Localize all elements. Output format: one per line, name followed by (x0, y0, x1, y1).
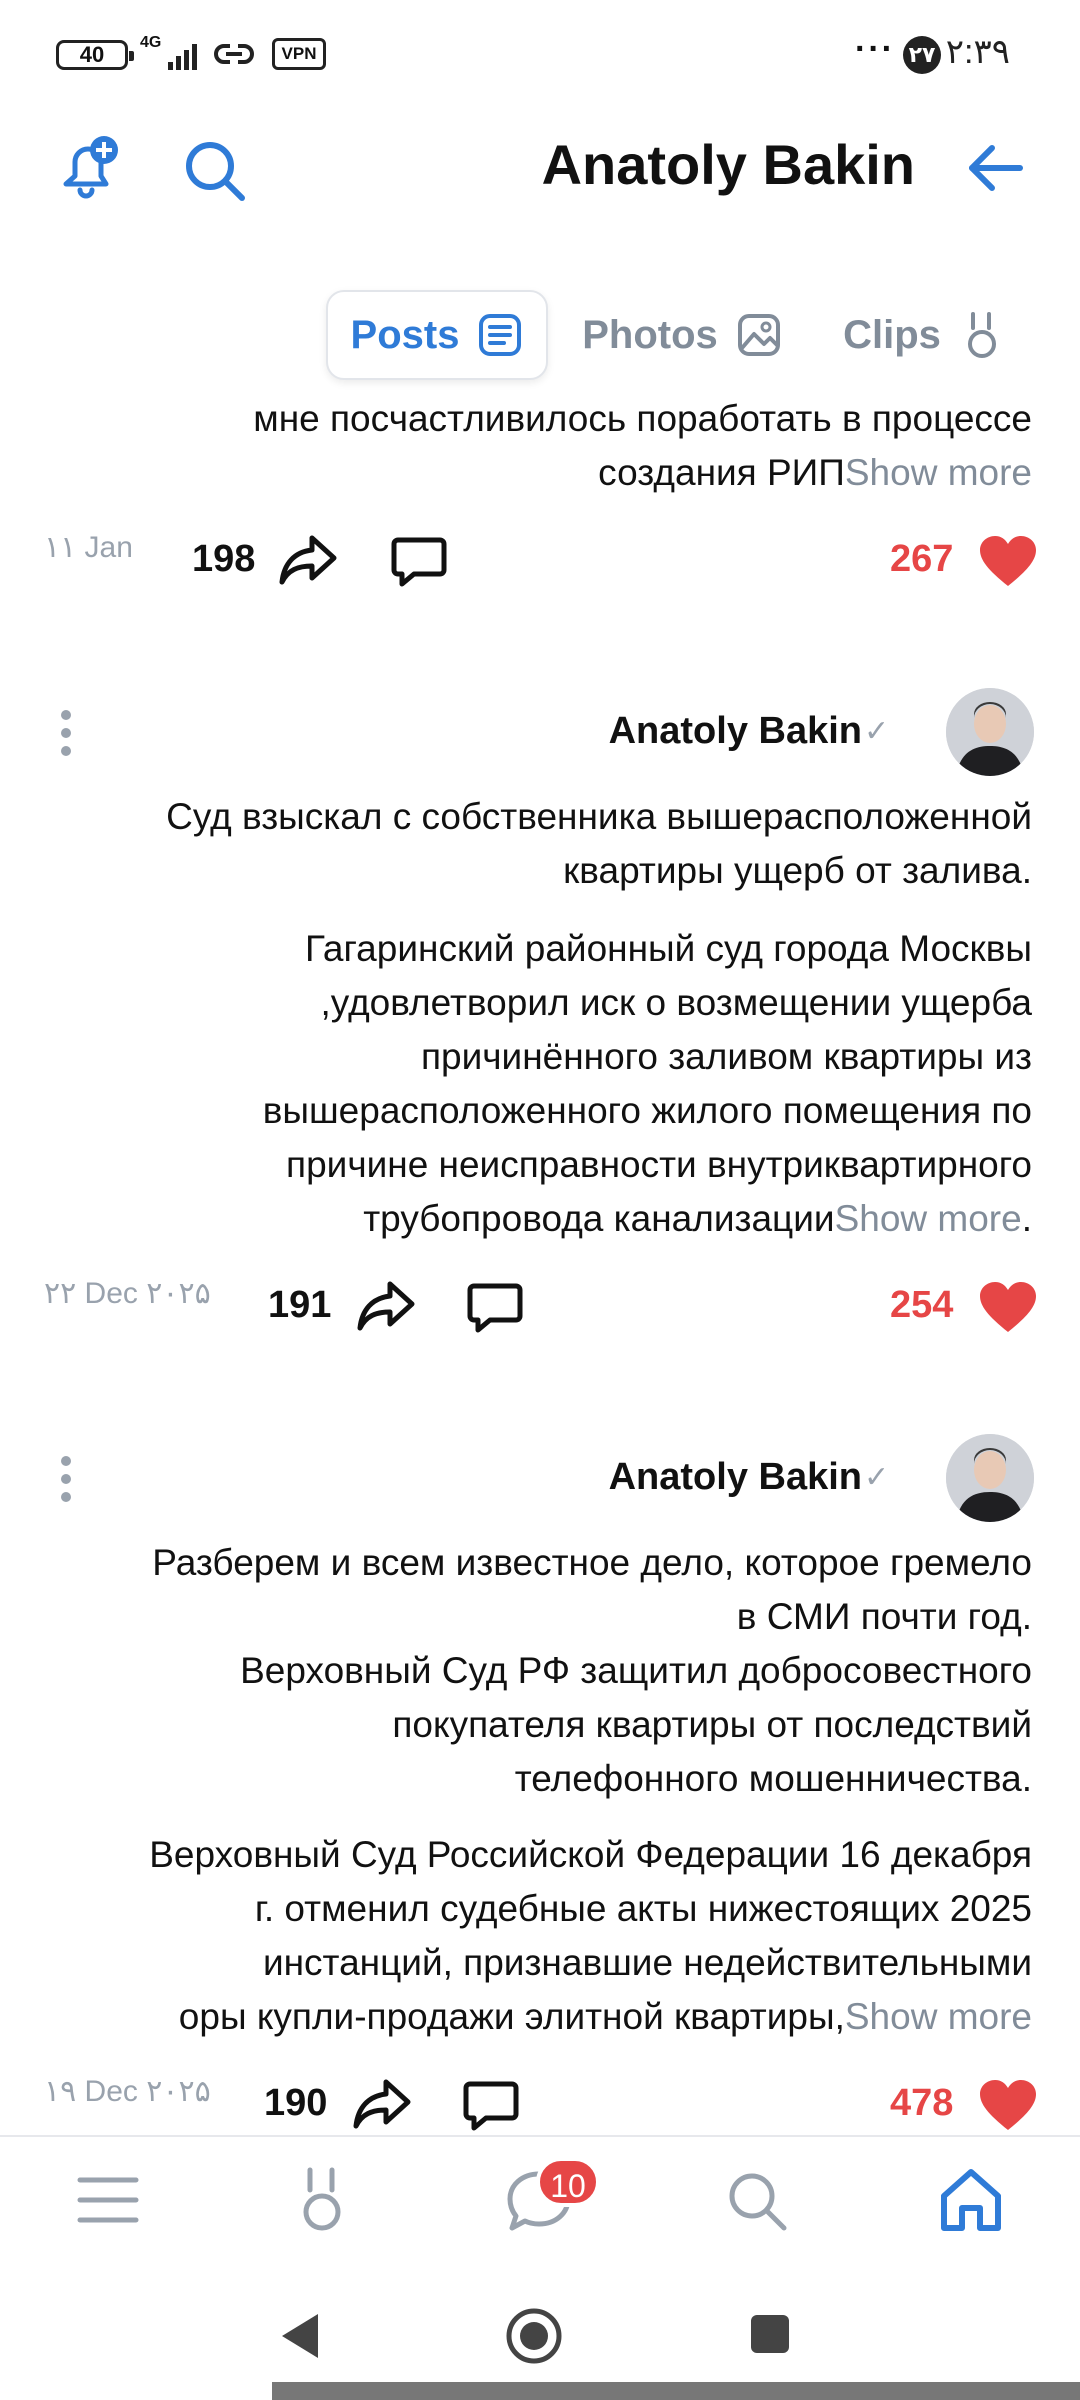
post-3-body: Верховный Суд Российской Федерации 16 де… (32, 1828, 1032, 2044)
post-1-date: ۱۱ Jan (44, 531, 133, 564)
tab-clips[interactable]: Clips (834, 290, 1014, 380)
post-2-title-line: .квартиры ущерб от залива (563, 850, 1032, 891)
tab-photos[interactable]: Photos (572, 290, 792, 380)
post-3-title-line: покупателя квартиры от последствий (392, 1704, 1032, 1745)
verified-icon: ✓ (864, 715, 890, 748)
system-home-icon[interactable] (504, 2306, 564, 2366)
share-icon[interactable] (356, 1276, 418, 1334)
post-1-line: мне посчастливилось поработать в процесс… (253, 398, 1032, 439)
post-3-last-text: оры купли-продажи элитной квартиры, (178, 1996, 845, 2037)
tab-posts-label: Posts (350, 312, 460, 357)
system-back-icon[interactable] (278, 2310, 324, 2362)
post-1-text: мне посчастливилось поработать в процесс… (52, 392, 1032, 500)
status-bar: 40 4G VPN ··· ۲۷ ۲:۳۹ (0, 0, 1080, 110)
post-3-menu-icon[interactable] (56, 1452, 76, 1512)
comment-icon[interactable] (390, 534, 448, 590)
gesture-bar (272, 2382, 1080, 2400)
post-3-date: ۱۹ Dec ۲۰۲۵ (44, 2075, 211, 2108)
post-3-repost-count: 190 (264, 2082, 328, 2124)
network-type: 4G (140, 34, 162, 51)
post-3-title-line: Разберем и всем известное дело, которое … (152, 1542, 1032, 1583)
battery-indicator: 40 (56, 40, 134, 70)
back-arrow-icon[interactable] (964, 136, 1028, 200)
tab-photos-label: Photos (582, 312, 718, 357)
clips-icon (967, 312, 996, 358)
heart-icon[interactable] (978, 2078, 1038, 2132)
post-2-body-line: Гагаринский районный суд города Москвы (304, 928, 1032, 969)
search-icon[interactable] (180, 136, 250, 206)
post-3-title-line: .в СМИ почти год (736, 1596, 1032, 1637)
heart-icon[interactable] (978, 1280, 1038, 1334)
subscribe-notifications-icon[interactable] (50, 130, 126, 206)
verified-icon: ✓ (864, 1461, 890, 1494)
post-3-show-more-link[interactable]: Show more (845, 1996, 1032, 2037)
comment-icon[interactable] (466, 1280, 524, 1336)
post-2-like-count: 254 (890, 1284, 954, 1326)
photos-icon (737, 314, 780, 356)
status-more-dots: ··· (855, 30, 895, 68)
profile-tabs: Posts Photos Clips (0, 290, 1080, 386)
post-2-body-line: вышерасположенного жилого помещения по (262, 1090, 1032, 1131)
comment-icon[interactable] (462, 2078, 520, 2134)
post-3-avatar[interactable] (946, 1434, 1034, 1522)
notification-count-badge: ۲۷ (903, 36, 941, 74)
post-2-title-line: Суд взыскал с собственника вышерасположе… (166, 796, 1032, 837)
share-icon[interactable] (278, 530, 340, 588)
page-title: Anatoly Bakin (541, 133, 915, 196)
post-1-last-line: создания РИПShow more (52, 446, 1032, 500)
share-icon[interactable] (352, 2074, 414, 2132)
vpn-badge: VPN (272, 38, 326, 70)
clock: ۲:۳۹ (945, 33, 1010, 71)
post-1-like-count: 267 (890, 538, 954, 580)
post-3-title-line: .телефонного мошенничества (514, 1758, 1032, 1799)
post-2-title: Суд взыскал с собственника вышерасположе… (32, 790, 1032, 898)
post-3-like-count: 478 (890, 2082, 954, 2124)
post-3-body-line: инстанций, признавшие недействительными (262, 1942, 1032, 1983)
post-2-avatar[interactable] (946, 688, 1034, 776)
post-3-body-line: Верховный Суд Российской Федерации 16 де… (149, 1834, 1032, 1875)
link-icon (214, 44, 254, 64)
app-header: Anatoly Bakin (0, 110, 1080, 280)
menu-icon[interactable] (76, 2172, 140, 2228)
heart-icon[interactable] (978, 534, 1038, 588)
home-icon[interactable] (936, 2166, 1006, 2234)
posts-icon (479, 314, 522, 356)
post-2-body-line: причине неисправности внутриквартирного (286, 1144, 1032, 1185)
clips-icon[interactable] (292, 2166, 352, 2234)
post-2-body-line: удовлетворил иск о возмещении ущерба, (320, 982, 1032, 1023)
post-2-body: Гагаринский районный суд города Москвы у… (32, 922, 1032, 1246)
post-2-author[interactable]: Anatoly Bakin (609, 710, 862, 753)
post-2-repost-count: 191 (268, 1284, 332, 1326)
post-3-last-line: оры купли-продажи элитной квартиры,Show … (32, 1990, 1032, 2044)
post-1-show-more-link[interactable]: Show more (845, 452, 1032, 493)
tab-posts[interactable]: Posts (326, 290, 548, 380)
post-3-author[interactable]: Anatoly Bakin (609, 1456, 862, 1499)
search-icon[interactable] (724, 2168, 790, 2234)
post-2-date: ۲۲ Dec ۲۰۲۵ (44, 1277, 211, 1310)
tab-clips-label: Clips (843, 312, 941, 357)
messages-badge: 10 (536, 2157, 600, 2207)
post-1-last-text: создания РИП (598, 452, 845, 493)
post-1-repost-count: 198 (192, 538, 256, 580)
avatar-image (946, 688, 1034, 776)
avatar-image (946, 1434, 1034, 1522)
post-3-body-line: 2025 г. отменил судебные акты нижестоящи… (254, 1888, 1032, 1929)
post-2-show-more-link[interactable]: Show more (835, 1198, 1022, 1239)
signal-icon (168, 44, 197, 70)
post-2-last-line: .трубопровода канализацииShow more (32, 1192, 1032, 1246)
post-3-title-line: Верховный Суд РФ защитил добросовестного (240, 1650, 1032, 1691)
post-3-title: Разберем и всем известное дело, которое … (32, 1536, 1032, 1806)
system-recents-icon[interactable] (748, 2312, 792, 2356)
post-2-body-line: причинённого заливом квартиры из (420, 1036, 1032, 1077)
post-2-menu-icon[interactable] (56, 706, 76, 766)
